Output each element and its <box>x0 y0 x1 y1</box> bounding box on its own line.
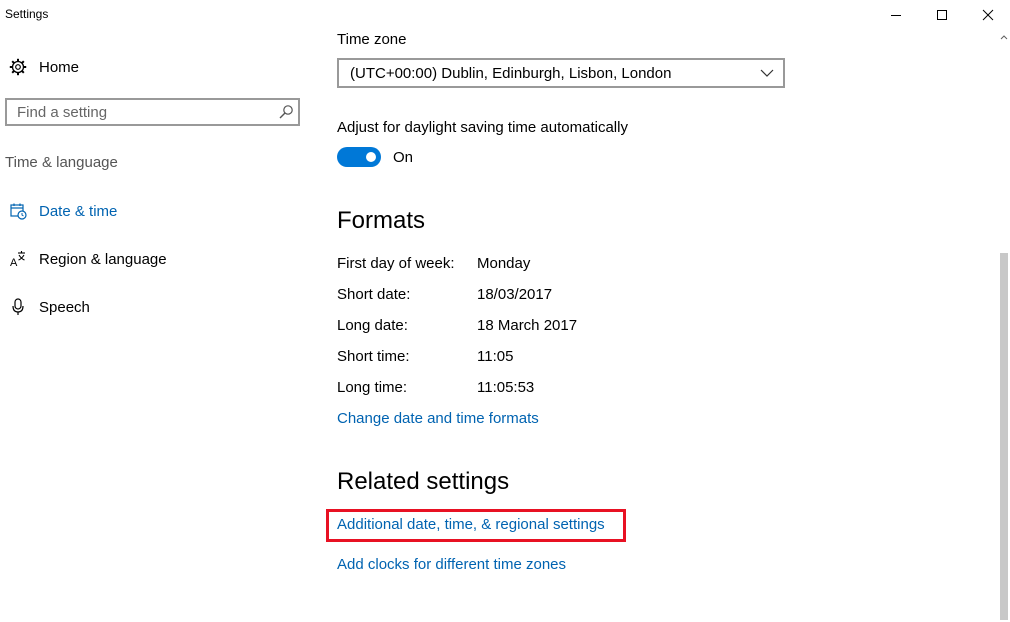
related-settings-heading: Related settings <box>337 468 510 495</box>
sidebar-item-region-language[interactable]: A Region & language <box>8 248 298 270</box>
toggle-knob <box>366 152 376 162</box>
microphone-icon <box>8 297 28 317</box>
maximize-button[interactable] <box>919 0 965 30</box>
minimize-icon <box>891 15 901 16</box>
timezone-value: (UTC+00:00) Dublin, Edinburgh, Lisbon, L… <box>350 64 672 82</box>
daylight-toggle[interactable] <box>337 147 381 167</box>
sidebar-item-speech[interactable]: Speech <box>8 296 298 318</box>
format-row-value: 11:05 <box>477 348 514 365</box>
change-formats-link[interactable]: Change date and time formats <box>337 410 539 427</box>
window-title: Settings <box>5 7 49 21</box>
format-row-value: 11:05:53 <box>477 379 535 396</box>
sidebar-item-label: Speech <box>39 298 90 316</box>
timezone-dropdown[interactable]: (UTC+00:00) Dublin, Edinburgh, Lisbon, L… <box>337 58 785 88</box>
language-icon: A <box>8 249 28 269</box>
title-bar: Settings <box>0 0 1010 30</box>
nav-home[interactable]: Home <box>8 56 298 78</box>
scroll-up-button[interactable] <box>998 30 1010 44</box>
format-row-label: Long date: <box>337 317 408 334</box>
nav-home-label: Home <box>39 58 80 76</box>
sidebar-item-label: Region & language <box>39 250 167 268</box>
timezone-label: Time zone <box>337 31 407 48</box>
format-row-label: First day of week: <box>337 255 455 272</box>
close-icon <box>982 9 994 21</box>
sidebar-section-heading: Time & language <box>5 154 118 171</box>
minimize-button[interactable] <box>873 0 919 30</box>
maximize-icon <box>937 10 947 20</box>
calendar-clock-icon <box>8 201 28 221</box>
scrollbar-thumb[interactable] <box>1000 253 1008 620</box>
svg-text:A: A <box>10 257 18 268</box>
format-row-value: 18/03/2017 <box>477 286 553 303</box>
sidebar-item-label: Date & time <box>39 202 118 220</box>
formats-heading: Formats <box>337 207 426 234</box>
sidebar-item-date-time[interactable]: Date & time <box>8 200 298 222</box>
search-input[interactable] <box>7 100 277 124</box>
search-icon[interactable] <box>278 104 294 120</box>
additional-settings-link[interactable]: Additional date, time, & regional settin… <box>337 516 605 533</box>
add-clocks-link[interactable]: Add clocks for different time zones <box>337 556 566 573</box>
search-box[interactable] <box>5 98 300 126</box>
gear-icon <box>8 57 28 77</box>
format-row-label: Short date: <box>337 286 411 303</box>
format-row-label: Long time: <box>337 379 408 396</box>
format-row-label: Short time: <box>337 348 410 365</box>
daylight-label: Adjust for daylight saving time automati… <box>337 119 628 136</box>
close-button[interactable] <box>965 0 1010 30</box>
daylight-state: On <box>393 149 414 166</box>
format-row-value: Monday <box>477 255 531 272</box>
chevron-down-icon <box>760 69 774 77</box>
format-row-value: 18 March 2017 <box>477 317 578 334</box>
chevron-up-icon <box>1000 35 1008 40</box>
